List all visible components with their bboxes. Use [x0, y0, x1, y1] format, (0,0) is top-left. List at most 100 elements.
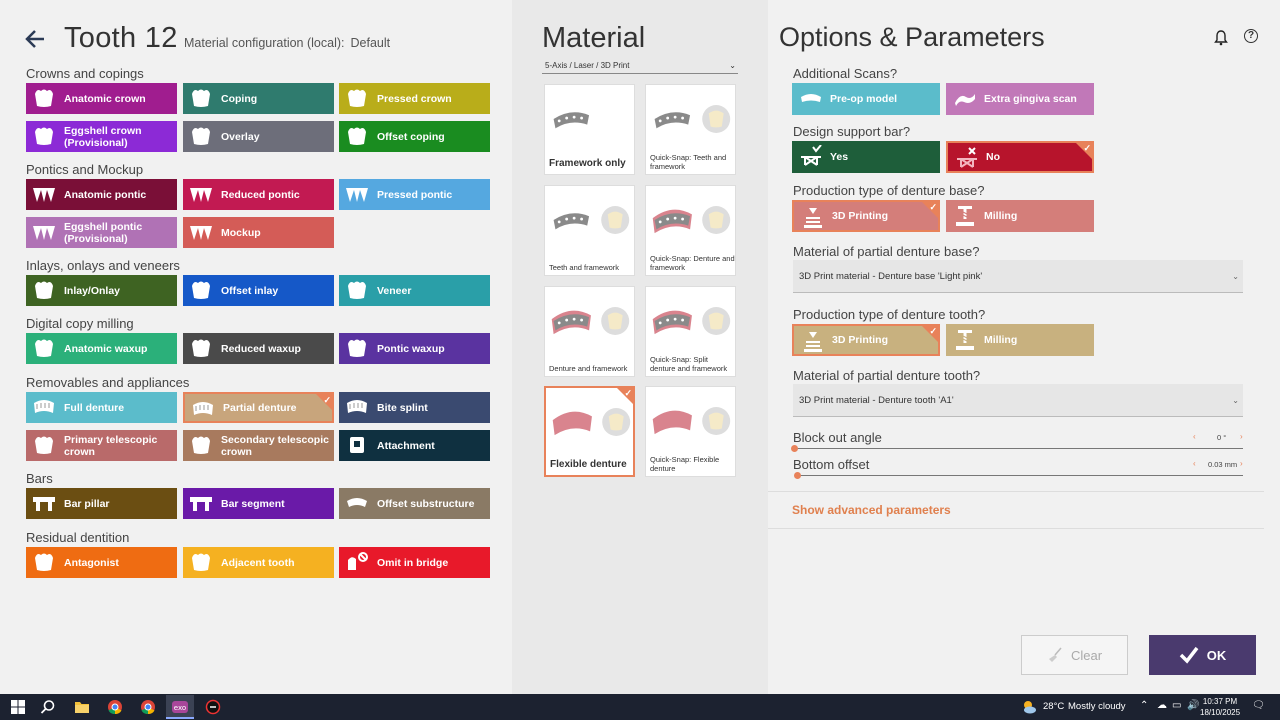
overlay-icon [192, 127, 210, 145]
clock[interactable]: 10:37 PM 18/10/2025 [1200, 696, 1240, 718]
tooth-milling-button[interactable]: Milling [946, 324, 1094, 356]
denture-preview-icon [551, 307, 630, 335]
eggshell-pontic-provisional-button[interactable]: Eggshell pontic (Provisional) [26, 217, 177, 248]
partial-denture-button[interactable]: Partial denture [183, 392, 334, 423]
ok-button[interactable]: OK [1149, 635, 1256, 675]
increase-arrow-icon[interactable]: › [1240, 432, 1243, 441]
mockup-button[interactable]: Mockup [183, 217, 334, 248]
material-select[interactable]: 5-Axis / Laser / 3D Print ⌄ [542, 58, 738, 74]
base-milling-button[interactable]: Milling [946, 200, 1094, 232]
button-label: Eggshell pontic (Provisional) [64, 220, 143, 245]
exocad-icon[interactable]: exo [172, 699, 188, 715]
bite-splint-button[interactable]: Bite splint [339, 392, 490, 423]
checkmark-icon [1179, 646, 1199, 664]
material-card-quick-snap-split-denture-and-framework[interactable]: Quick-Snap: Split denture and framework [645, 286, 736, 377]
reduced-waxup-icon [192, 339, 210, 357]
full-denture-button[interactable]: Full denture [26, 392, 177, 423]
anatomic-crown-button[interactable]: Anatomic crown [26, 83, 177, 114]
material-card-teeth-and-framework[interactable]: Teeth and framework [544, 185, 635, 276]
preop-model-button[interactable]: Pre-op model [792, 83, 940, 115]
card-label: Denture and framework [549, 364, 628, 373]
question-tooth-material: Material of partial denture tooth? [793, 368, 981, 383]
block-out-angle-value[interactable]: 0 ° [1217, 433, 1226, 442]
adjacent-tooth-icon [192, 553, 210, 571]
bite-splint-icon [347, 400, 367, 413]
yes-button[interactable]: Yes [792, 141, 940, 173]
pressed-crown-button[interactable]: Pressed crown [339, 83, 490, 114]
button-label: Omit in bridge [377, 556, 449, 569]
bar-pillar-icon [33, 497, 55, 511]
category-heading: Digital copy milling [26, 316, 134, 331]
help-icon[interactable]: ? [1244, 29, 1258, 43]
search-icon[interactable] [40, 699, 56, 715]
decrease-arrow-icon[interactable]: ‹ [1193, 432, 1196, 441]
file-explorer-icon[interactable] [74, 699, 90, 715]
clear-button[interactable]: Clear [1021, 635, 1128, 675]
bell-icon[interactable] [1214, 30, 1228, 46]
overlay-button[interactable]: Overlay [183, 121, 334, 152]
anatomic-pontic-button[interactable]: Anatomic pontic [26, 179, 177, 210]
back-arrow-icon[interactable] [24, 28, 46, 50]
material-card-framework-only[interactable]: Framework only [544, 84, 635, 175]
material-card-quick-snap-flexible-denture[interactable]: Quick-Snap: Flexible denture [645, 386, 736, 477]
bar-pillar-button[interactable]: Bar pillar [26, 488, 177, 519]
material-card-quick-snap-teeth-and-framework[interactable]: Quick-Snap: Teeth and framework [645, 84, 736, 175]
anatomic-waxup-button[interactable]: Anatomic waxup [26, 333, 177, 364]
pontic-waxup-button[interactable]: Pontic waxup [339, 333, 490, 364]
increase-arrow-icon[interactable]: › [1240, 459, 1243, 468]
button-label: Eggshell crown (Provisional) [64, 124, 142, 149]
offset-substructure-button[interactable]: Offset substructure [339, 488, 490, 519]
veneer-button[interactable]: Veneer [339, 275, 490, 306]
windows-start-icon[interactable] [10, 699, 26, 715]
block-out-angle-thumb[interactable] [791, 445, 798, 452]
antagonist-button[interactable]: Antagonist [26, 547, 177, 578]
secondary-telescopic-crown-button[interactable]: Secondary telescopic crown [183, 430, 334, 461]
chrome-icon[interactable] [107, 699, 123, 715]
button-label: Pressed pontic [377, 188, 453, 201]
block-out-angle-slider[interactable] [795, 448, 1243, 449]
no-button[interactable]: No [946, 141, 1094, 173]
reduced-waxup-button[interactable]: Reduced waxup [183, 333, 334, 364]
material-panel: Material 5-Axis / Laser / 3D Print ⌄ Fram… [512, 0, 768, 694]
omit-in-bridge-button[interactable]: Omit in bridge [339, 547, 490, 578]
base-3d-printing-button[interactable]: 3D Printing [792, 200, 940, 232]
bottom-offset-thumb[interactable] [794, 472, 801, 479]
pressed-pontic-button[interactable]: Pressed pontic [339, 179, 490, 210]
weather-temp: 28°C [1043, 701, 1065, 712]
card-label: Flexible denture [550, 459, 627, 470]
base-material-dropdown[interactable]: 3D Print material - Denture base 'Light … [793, 260, 1243, 293]
card-label: Teeth and framework [549, 263, 620, 272]
question-base-material: Material of partial denture base? [793, 244, 980, 259]
onedrive-icon[interactable]: ☁ [1157, 700, 1167, 711]
bottom-offset-slider[interactable] [795, 475, 1243, 476]
bottom-offset-value[interactable]: 0.03 mm [1208, 460, 1237, 469]
block-out-angle-label: Block out angle [793, 430, 882, 445]
chrome-profile-icon[interactable] [140, 699, 156, 715]
extra-gingiva-button[interactable]: Extra gingiva scan [946, 83, 1094, 115]
material-card-quick-snap-denture-and-framework[interactable]: Quick-Snap: Denture and framework [645, 185, 736, 276]
volume-icon[interactable]: 🔊 [1187, 700, 1199, 711]
eggshell-crown-provisional-button[interactable]: Eggshell crown (Provisional) [26, 121, 177, 152]
coping-button[interactable]: Coping [183, 83, 334, 114]
denture-preview-icon [553, 206, 630, 234]
attachment-button[interactable]: Attachment [339, 430, 490, 461]
app-icon[interactable] [205, 699, 221, 715]
offset-coping-button[interactable]: Offset coping [339, 121, 490, 152]
offset-inlay-button[interactable]: Offset inlay [183, 275, 334, 306]
chevron-up-icon[interactable]: ⌃ [1140, 700, 1148, 711]
show-advanced-link[interactable]: Show advanced parameters [792, 503, 951, 517]
bar-segment-button[interactable]: Bar segment [183, 488, 334, 519]
primary-telescopic-crown-button[interactable]: Primary telescopic crown [26, 430, 177, 461]
network-icon[interactable]: ▭ [1172, 700, 1181, 711]
tooth-3d-printing-button[interactable]: 3D Printing [792, 324, 940, 356]
decrease-arrow-icon[interactable]: ‹ [1193, 459, 1196, 468]
milling-icon [956, 206, 974, 226]
tooth-material-dropdown[interactable]: 3D Print material - Denture tooth 'A1' ⌄ [793, 384, 1243, 417]
inlay-onlay-button[interactable]: Inlay/Onlay [26, 275, 177, 306]
material-card-flexible-denture[interactable]: Flexible denture [544, 386, 635, 477]
reduced-pontic-button[interactable]: Reduced pontic [183, 179, 334, 210]
notification-icon[interactable]: 🗨 [1252, 700, 1265, 711]
adjacent-tooth-button[interactable]: Adjacent tooth [183, 547, 334, 578]
weather-icon [1024, 701, 1036, 714]
material-card-denture-and-framework[interactable]: Denture and framework [544, 286, 635, 377]
